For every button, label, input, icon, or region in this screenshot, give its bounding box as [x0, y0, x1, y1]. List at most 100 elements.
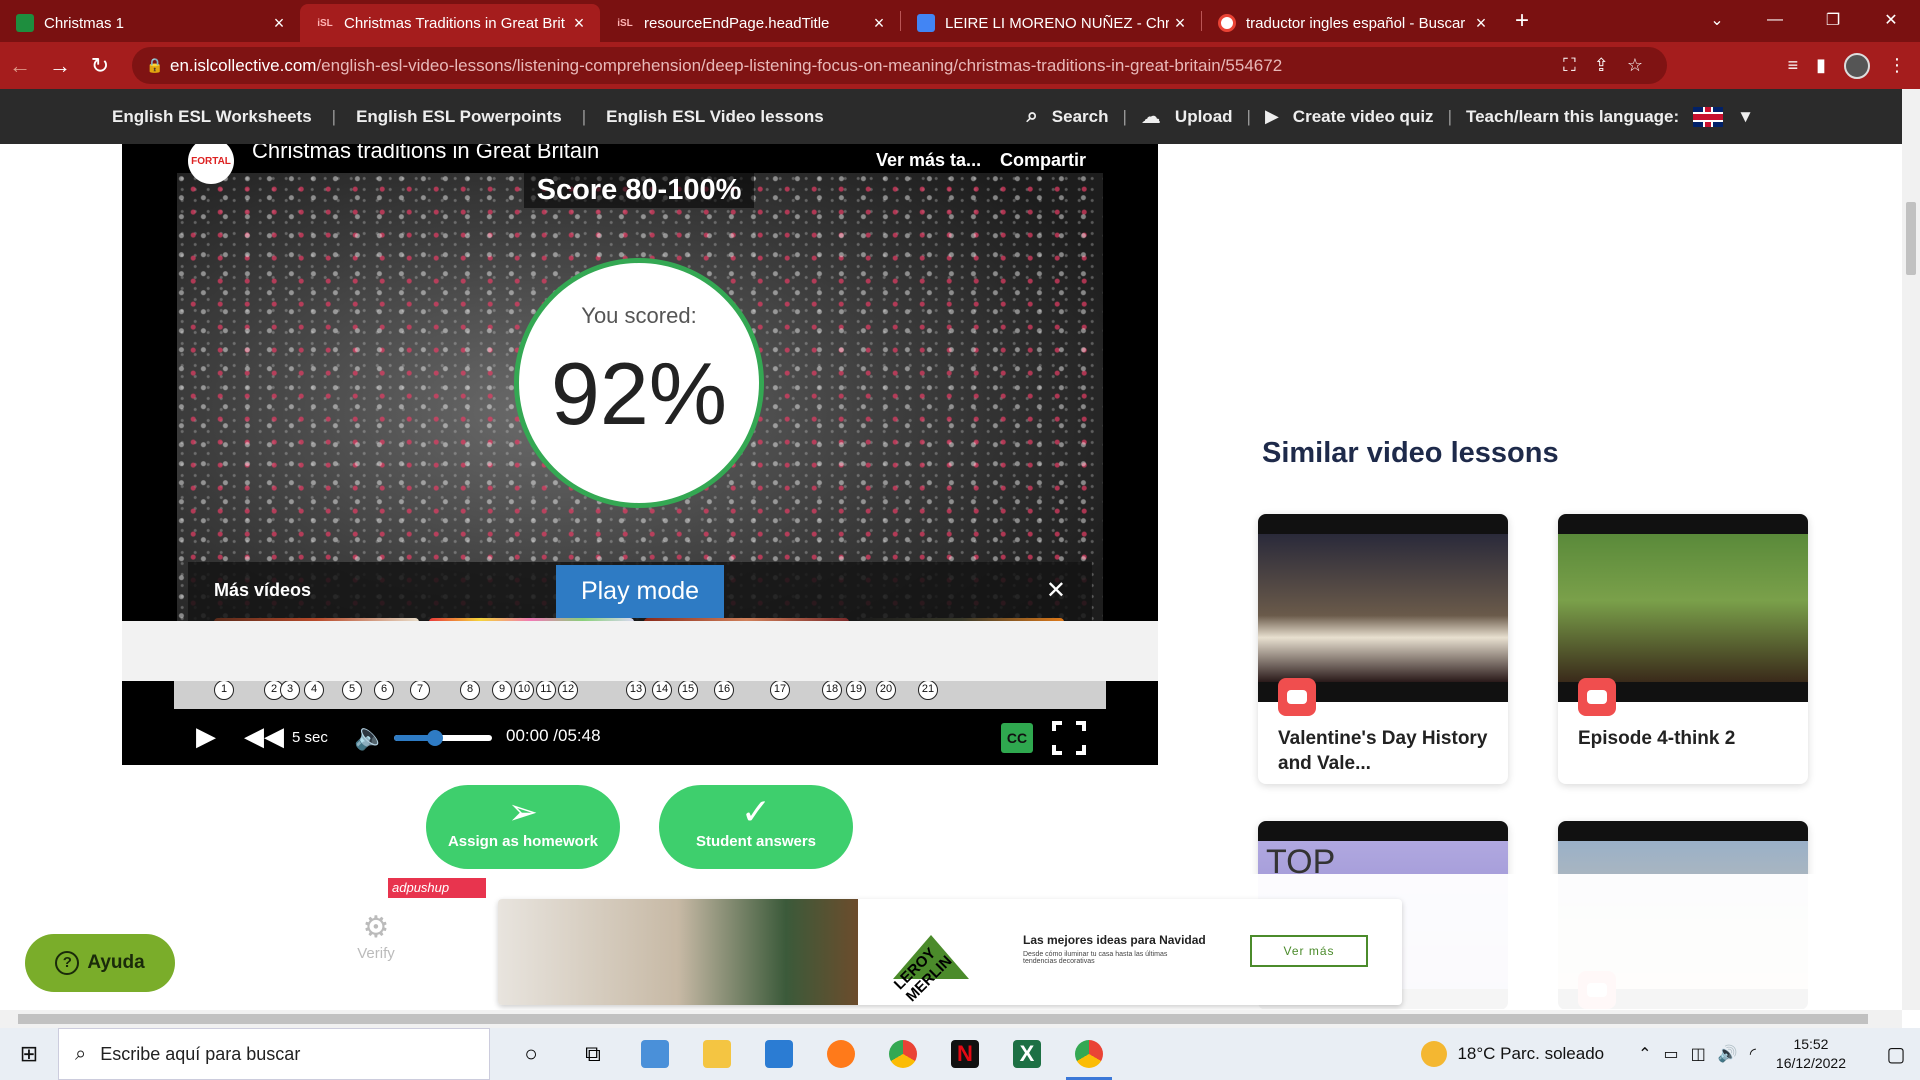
- verify-button[interactable]: ⚙ Verify: [350, 910, 402, 962]
- nav-esl-powerpoints[interactable]: English ESL Powerpoints: [356, 107, 562, 127]
- similar-lesson-card[interactable]: Episode 4-think 2: [1558, 514, 1808, 784]
- assign-homework-button[interactable]: ➢ Assign as homework: [426, 785, 620, 869]
- firefox-icon[interactable]: [810, 1028, 872, 1080]
- nav-upload[interactable]: Upload: [1175, 107, 1233, 127]
- wifi-icon[interactable]: ◜: [1750, 1044, 1756, 1064]
- new-tab-button[interactable]: +: [1502, 7, 1542, 35]
- question-marker[interactable]: 12: [558, 680, 578, 700]
- question-marker[interactable]: 3: [280, 680, 300, 700]
- tab-resource-end-page[interactable]: iSL resourceEndPage.headTitle ×: [600, 4, 900, 42]
- windows-start-icon[interactable]: ⊞: [0, 1028, 58, 1080]
- nav-esl-worksheets[interactable]: English ESL Worksheets: [112, 107, 312, 127]
- video-play-icon[interactable]: ▶: [1265, 106, 1279, 127]
- mail-icon[interactable]: [748, 1028, 810, 1080]
- weather-widget[interactable]: 18°C Parc. soleado: [1421, 1041, 1604, 1067]
- cloud-upload-icon[interactable]: ☁: [1141, 104, 1161, 129]
- question-marker[interactable]: 9: [492, 680, 512, 700]
- volume-icon[interactable]: 🔈: [354, 721, 386, 752]
- speaker-icon[interactable]: 🔊: [1718, 1044, 1738, 1064]
- vertical-scrollbar[interactable]: [1902, 89, 1920, 1010]
- closed-captions-button[interactable]: CC: [1001, 723, 1033, 753]
- volume-slider[interactable]: [394, 730, 492, 746]
- tab-traductor[interactable]: traductor ingles español - Buscar ×: [1202, 4, 1502, 42]
- tab-close-icon[interactable]: ×: [568, 13, 590, 34]
- question-marker[interactable]: 19: [846, 680, 866, 700]
- tab-christmas-1[interactable]: Christmas 1 ×: [0, 4, 300, 42]
- volume-knob[interactable]: [427, 730, 444, 746]
- ad-cta-button[interactable]: Ver más: [1250, 935, 1368, 967]
- tab-christmas-traditions[interactable]: iSL Christmas Traditions in Great Brit ×: [300, 4, 600, 42]
- question-marker[interactable]: 17: [770, 680, 790, 700]
- advertisement[interactable]: LEROY MERLIN Las mejores ideas para Navi…: [498, 899, 1402, 1005]
- netflix-icon[interactable]: N: [934, 1028, 996, 1080]
- clock[interactable]: 15:52 16/12/2022: [1776, 1035, 1846, 1073]
- video-title[interactable]: Christmas traditions in Great Britain: [252, 144, 599, 164]
- skip-seconds-label[interactable]: 5 sec: [292, 729, 328, 746]
- search-icon[interactable]: ⌕: [1027, 105, 1038, 128]
- question-marker[interactable]: 11: [536, 680, 556, 700]
- nav-search[interactable]: Search: [1052, 107, 1109, 127]
- bookmark-star-icon[interactable]: ☆: [1627, 55, 1643, 76]
- share-button[interactable]: Compartir: [1000, 150, 1086, 171]
- task-view-icon[interactable]: ⧉: [562, 1028, 624, 1080]
- tab-leire-doc[interactable]: LEIRE LI MORENO NUÑEZ - Chris ×: [901, 4, 1201, 42]
- share-icon[interactable]: ⇪: [1594, 55, 1609, 76]
- question-marker[interactable]: 6: [374, 680, 394, 700]
- question-marker[interactable]: 16: [714, 680, 734, 700]
- caret-down-icon[interactable]: ▼: [1737, 107, 1754, 127]
- this-pc-icon[interactable]: [624, 1028, 686, 1080]
- card-title[interactable]: Episode 4-think 2: [1578, 726, 1798, 751]
- network-icon[interactable]: ◫: [1691, 1044, 1706, 1064]
- profile-avatar[interactable]: [1844, 52, 1870, 79]
- card-title[interactable]: Valentine's Day History and Vale...: [1278, 726, 1498, 776]
- battery-icon[interactable]: ▭: [1664, 1044, 1679, 1064]
- adpushup-badge[interactable]: adpushup: [388, 878, 486, 898]
- question-marker[interactable]: 1: [214, 680, 234, 700]
- excel-icon[interactable]: X: [996, 1028, 1058, 1080]
- cortana-icon[interactable]: ○: [500, 1028, 562, 1080]
- reading-list-icon[interactable]: ≡: [1788, 55, 1799, 76]
- play-icon[interactable]: ▶: [196, 721, 216, 752]
- restore-icon[interactable]: ❐: [1804, 0, 1862, 40]
- tab-close-icon[interactable]: ×: [868, 13, 890, 34]
- side-panel-icon[interactable]: ▮: [1816, 55, 1826, 76]
- file-explorer-icon[interactable]: [686, 1028, 748, 1080]
- question-marker[interactable]: 18: [822, 680, 842, 700]
- reload-icon[interactable]: ↻: [80, 53, 120, 79]
- question-marker[interactable]: 10: [514, 680, 534, 700]
- close-icon[interactable]: ✕: [1046, 576, 1066, 605]
- tab-search-chevron-icon[interactable]: ⌄: [1688, 0, 1746, 40]
- tab-close-icon[interactable]: ×: [1470, 13, 1492, 34]
- menu-kebab-icon[interactable]: ⋮: [1888, 55, 1906, 76]
- help-button[interactable]: ? Ayuda: [25, 934, 175, 992]
- horizontal-scrollbar[interactable]: [0, 1010, 1902, 1028]
- question-marker[interactable]: 7: [410, 680, 430, 700]
- forward-arrow-icon[interactable]: →: [40, 53, 80, 79]
- tab-close-icon[interactable]: ×: [1169, 13, 1191, 34]
- nav-create-video-quiz[interactable]: Create video quiz: [1293, 107, 1434, 127]
- nav-esl-video-lessons[interactable]: English ESL Video lessons: [606, 107, 824, 127]
- fullscreen-icon[interactable]: [1052, 721, 1086, 755]
- question-marker[interactable]: 4: [304, 680, 324, 700]
- back-arrow-icon[interactable]: ←: [0, 53, 40, 79]
- minimize-icon[interactable]: —: [1746, 0, 1804, 40]
- question-marker[interactable]: 13: [626, 680, 646, 700]
- translate-icon[interactable]: ⛶: [1563, 55, 1576, 76]
- address-bar[interactable]: 🔒 en.islcollective.com/english-esl-video…: [132, 47, 1667, 84]
- ver-mas-button[interactable]: Ver más ta...: [876, 150, 981, 171]
- chrome-icon[interactable]: [872, 1028, 934, 1080]
- chevron-up-icon[interactable]: ⌃: [1638, 1044, 1651, 1064]
- play-mode-button[interactable]: Play mode: [556, 565, 724, 618]
- tab-close-icon[interactable]: ×: [268, 13, 290, 34]
- similar-lesson-card[interactable]: Valentine's Day History and Vale...: [1258, 514, 1508, 784]
- uk-flag-icon[interactable]: [1693, 106, 1724, 127]
- question-marker[interactable]: 20: [876, 680, 896, 700]
- scroll-thumb[interactable]: [1906, 202, 1916, 275]
- rewind-icon[interactable]: ◀◀: [244, 721, 284, 752]
- question-marker[interactable]: 21: [918, 680, 938, 700]
- question-marker[interactable]: 15: [678, 680, 698, 700]
- question-marker[interactable]: 5: [342, 680, 362, 700]
- chrome-profile-icon[interactable]: [1058, 1028, 1120, 1080]
- question-marker[interactable]: 8: [460, 680, 480, 700]
- taskbar-search[interactable]: ⌕ Escribe aquí para buscar: [58, 1028, 490, 1080]
